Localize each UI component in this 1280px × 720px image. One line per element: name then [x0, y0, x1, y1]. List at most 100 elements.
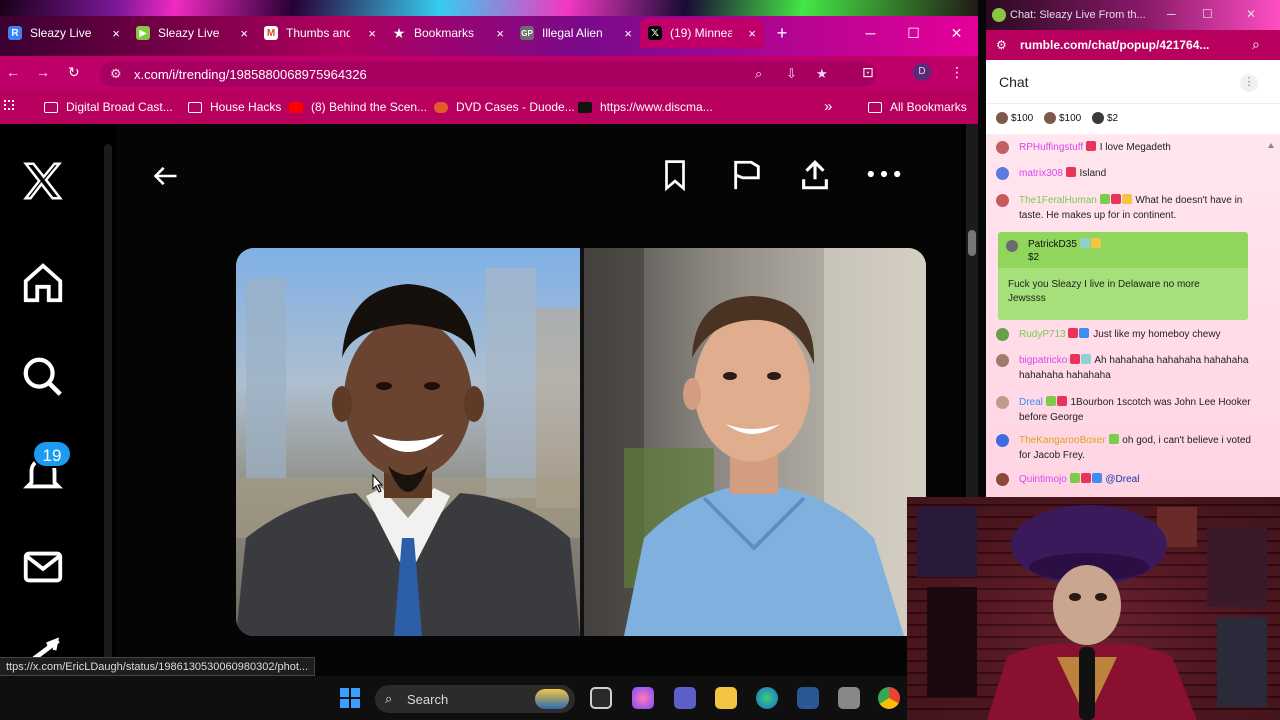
chat-username[interactable]: TheKangarooBoxer	[1019, 435, 1106, 446]
dvd-icon	[434, 101, 448, 113]
rant-username[interactable]: PatrickD35	[1028, 238, 1102, 250]
back-icon[interactable]: ←	[6, 64, 20, 80]
search-icon[interactable]	[20, 354, 66, 400]
address-bar[interactable]: ⚙ x.com/i/trending/1985880068975964326 ⌕…	[100, 61, 876, 87]
profile-avatar[interactable]: D	[913, 63, 931, 81]
minimize-icon[interactable]: ─	[849, 25, 892, 41]
bookmark-label: (8) Behind the Scen...	[311, 100, 428, 114]
bookmark-star-icon[interactable]: ★	[816, 66, 828, 82]
weather-widget-icon[interactable]	[535, 689, 569, 709]
teams-icon[interactable]	[674, 687, 696, 709]
tab-sleazy-live-2[interactable]: ▶ Sleazy Live F ×	[128, 18, 256, 48]
tip-chip[interactable]: $100	[996, 112, 1033, 124]
badge-icon	[1081, 354, 1092, 364]
bookmark-dvd-cases[interactable]: DVD Cases - Duode...	[434, 100, 575, 114]
app-icon[interactable]	[838, 687, 860, 709]
site-info-icon[interactable]: ⚙	[996, 38, 1007, 52]
flag-icon[interactable]	[730, 158, 764, 192]
bookmark-house-hacks[interactable]: House Hacks	[188, 100, 281, 114]
x-logo-icon[interactable]	[20, 158, 66, 204]
chat-message: The1FeralHuman What he doesn't have in t…	[996, 193, 1258, 223]
minimize-icon[interactable]: ─	[1167, 7, 1176, 21]
task-view-icon[interactable]	[590, 687, 612, 709]
chat-username[interactable]: matrix308	[1019, 168, 1063, 179]
close-icon[interactable]: ×	[618, 26, 632, 41]
share-icon[interactable]	[798, 158, 832, 192]
close-icon[interactable]: ×	[362, 26, 376, 41]
more-icon[interactable]	[866, 164, 902, 184]
all-bookmarks[interactable]: All Bookmarks	[868, 100, 967, 114]
windows-start-icon[interactable]	[340, 688, 360, 708]
chat-menu-icon[interactable]: ⋮	[1240, 74, 1258, 92]
badge-icon	[1056, 396, 1067, 406]
badge-icon	[1110, 194, 1121, 204]
new-tab-button[interactable]: +	[764, 18, 800, 48]
sidebar-scrollbar[interactable]	[104, 144, 112, 684]
bookmark-digital-broadcast[interactable]: Digital Broad Cast...	[44, 100, 173, 114]
x-sidebar: 19	[0, 124, 100, 690]
scrollbar-thumb[interactable]	[968, 230, 976, 256]
close-icon[interactable]: ×	[742, 26, 756, 41]
zoom-icon[interactable]: ⌕	[755, 66, 762, 82]
zoom-icon[interactable]: ⌕	[1252, 36, 1260, 53]
close-window-icon[interactable]: ✕	[1246, 7, 1256, 21]
avatar	[996, 328, 1009, 341]
tab-illegal-alien[interactable]: GP Illegal Alien ×	[512, 18, 640, 48]
mail-icon[interactable]	[20, 544, 66, 590]
chat-scrollbar[interactable]	[1268, 140, 1274, 490]
badge-icon	[1121, 194, 1132, 204]
site-info-icon[interactable]: ⚙	[110, 66, 122, 82]
chat-username[interactable]: Dreal	[1019, 397, 1043, 408]
chat-titlebar: Chat: Sleazy Live From th... ─ ☐ ✕	[986, 0, 1280, 30]
maximize-icon[interactable]: ☐	[1202, 7, 1213, 21]
bookmark-label: All Bookmarks	[890, 100, 967, 114]
chat-header: Chat ⋮	[986, 60, 1280, 104]
status-bar-url: ttps://x.com/EricLDaugh/status/198613053…	[0, 657, 316, 676]
media-photo[interactable]	[236, 248, 926, 636]
bookmark-icon[interactable]	[660, 158, 690, 192]
chrome-icon[interactable]	[878, 687, 900, 709]
bookmark-behind-the-scenes[interactable]: (8) Behind the Scen...	[289, 100, 427, 114]
tab-sleazy-live-1[interactable]: R Sleazy Live f ×	[0, 18, 128, 48]
taskbar-search[interactable]: ⌕ Search	[375, 685, 575, 713]
lens-icon[interactable]: ⊡	[862, 64, 874, 81]
tab-minneapolis[interactable]: 𝕏 (19) Minnea ×	[640, 18, 764, 48]
chat-username[interactable]: RPHuffingstuff	[1019, 142, 1083, 153]
tip-chip[interactable]: $2	[1092, 112, 1118, 124]
notifications-badge[interactable]: 19	[32, 440, 72, 468]
windows-taskbar: ⌕ Search	[0, 676, 907, 720]
apps-icon[interactable]	[4, 100, 14, 110]
badge-icon	[1070, 354, 1081, 364]
chat-username[interactable]: RudyP713	[1019, 329, 1066, 340]
avatar	[996, 434, 1009, 447]
tip-chip[interactable]: $100	[1044, 112, 1081, 124]
maximize-icon[interactable]: ☐	[892, 25, 935, 42]
chat-username[interactable]: bigpatricko	[1019, 355, 1067, 366]
avatar	[996, 167, 1009, 180]
forward-icon[interactable]: →	[36, 64, 50, 80]
reload-icon[interactable]: ↻	[68, 64, 80, 81]
home-icon[interactable]	[20, 260, 66, 306]
chat-username[interactable]: The1FeralHuman	[1019, 195, 1097, 206]
badge-icon	[1079, 238, 1090, 248]
bookmark-label: https://www.discma...	[600, 100, 713, 114]
tab-bookmarks[interactable]: ★ Bookmarks ×	[384, 18, 512, 48]
close-window-icon[interactable]: ✕	[935, 25, 978, 42]
menu-icon[interactable]: ⋮	[950, 64, 964, 81]
chat-text: Just like my homeboy chewy	[1093, 329, 1221, 340]
install-icon[interactable]: ⇩	[786, 66, 797, 82]
chat-username[interactable]: Quintimojo	[1019, 474, 1067, 485]
bookmark-label: House Hacks	[210, 100, 282, 114]
close-icon[interactable]: ×	[234, 26, 248, 41]
chat-heading: Chat	[999, 74, 1029, 90]
back-arrow-icon[interactable]	[150, 162, 182, 190]
close-icon[interactable]: ×	[106, 26, 120, 41]
store-icon[interactable]	[797, 687, 819, 709]
close-icon[interactable]: ×	[490, 26, 504, 41]
copilot-icon[interactable]	[632, 687, 654, 709]
bookmark-discmakers[interactable]: https://www.discma...	[578, 100, 713, 114]
file-explorer-icon[interactable]	[715, 687, 737, 709]
tab-thumbs[interactable]: M Thumbs and ×	[256, 18, 384, 48]
edge-icon[interactable]	[756, 687, 778, 709]
more-bookmarks-icon[interactable]: »	[824, 98, 832, 115]
